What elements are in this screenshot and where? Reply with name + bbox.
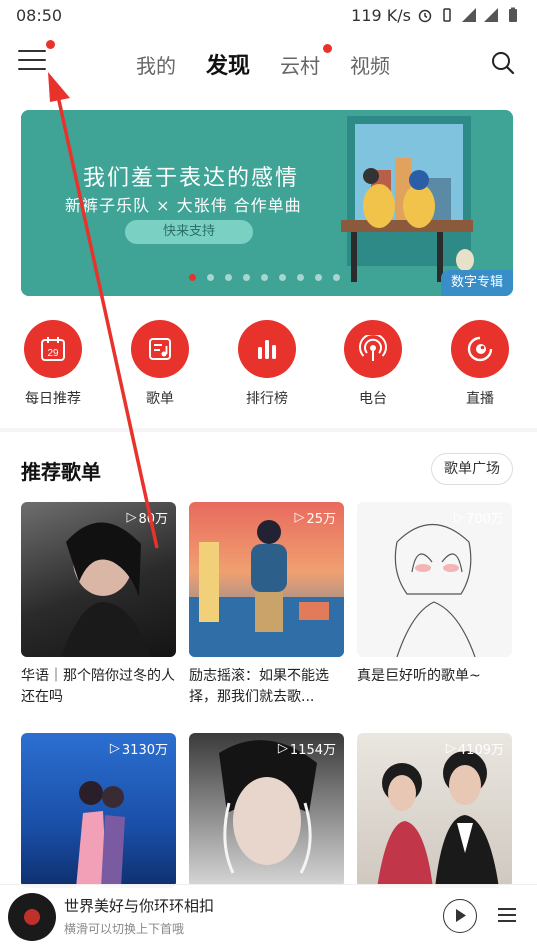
banner-dot[interactable] [261, 274, 268, 281]
play-count: ▷ 700万 [454, 510, 504, 527]
playlist-square-button[interactable]: 歌单广场 [431, 453, 513, 485]
network-speed: 119 K/s [351, 5, 411, 25]
banner-subtitle: 新裤子乐队 × 大张伟 合作单曲 [65, 196, 302, 215]
player-song-title: 世界美好与你环环相扣 [64, 897, 215, 915]
quick-label: 排行榜 [246, 391, 288, 407]
status-bar: 08:50 119 K/s [0, 0, 537, 30]
tab-cloud-village[interactable]: 云村 [280, 50, 320, 79]
playlist-card[interactable]: ▷ 3130万 [21, 733, 176, 888]
banner-cta-button[interactable]: 快来支持 [125, 220, 253, 244]
playlist-card[interactable]: ▷ 700万 真是巨好听的歌单~ [357, 502, 512, 687]
playlist-title: 真是巨好听的歌单~ [357, 668, 481, 684]
play-icon [456, 909, 466, 922]
play-icon: ▷ [277, 741, 288, 756]
quick-radio[interactable]: 电台 [333, 320, 413, 408]
play-icon: ▷ [109, 741, 120, 756]
quick-label: 直播 [466, 391, 494, 407]
live-icon [451, 320, 509, 378]
playlist-cover: ▷ 25万 [189, 502, 344, 657]
banner-dot[interactable] [297, 274, 304, 281]
banner-dot[interactable] [333, 274, 340, 281]
quick-entries: 29 每日推荐 歌单 排行榜 电台 直播 [0, 320, 537, 420]
playlist-card[interactable]: ▷ 80万 华语｜那个陪你过冬的人还在吗 [21, 502, 176, 708]
banner-dot[interactable] [189, 274, 196, 281]
play-count: ▷ 3130万 [109, 741, 168, 758]
playlist-queue-icon[interactable] [495, 903, 519, 927]
chart-bars-icon [238, 320, 296, 378]
mini-player[interactable]: 世界美好与你环环相扣 横滑可以切换上下首哦 [0, 884, 537, 949]
quick-playlist[interactable]: 歌单 [120, 320, 200, 408]
playlist-cover: ▷ 1154万 [189, 733, 344, 888]
top-nav: 我的 发现 云村 视频 [0, 30, 537, 94]
playlist-title: 华语｜那个陪你过冬的人还在吗 [21, 668, 175, 705]
banner-dot[interactable] [315, 274, 322, 281]
calendar-icon: 29 [24, 320, 82, 378]
play-icon: ▷ [126, 510, 137, 525]
banner-dot[interactable] [225, 274, 232, 281]
signal-icon [462, 8, 476, 22]
vibrate-icon [443, 8, 451, 22]
play-icon: ▷ [454, 510, 465, 525]
quick-live[interactable]: 直播 [440, 320, 520, 408]
playlist-card[interactable]: ▷ 25万 励志摇滚：如果不能选择，那我们就去歌... [189, 502, 344, 708]
playlist-card[interactable]: ▷ 1154万 [189, 733, 344, 888]
signal-icon-2 [484, 8, 498, 22]
playlist-cover: ▷ 3130万 [21, 733, 176, 888]
playlist-icon [131, 320, 189, 378]
banner-pagination [189, 274, 340, 281]
cloud-village-notification-dot [323, 44, 332, 53]
quick-label: 电台 [359, 391, 387, 407]
playlist-cover: ▷ 4109万 [357, 733, 512, 888]
banner-title: 我们羞于表达的感情 [83, 166, 300, 191]
section-title: 推荐歌单 [21, 460, 101, 484]
quick-label: 每日推荐 [25, 391, 81, 407]
playlist-cover: ▷ 700万 [357, 502, 512, 657]
tab-video[interactable]: 视频 [350, 50, 390, 79]
tab-bar: 我的 发现 云村 视频 [136, 48, 390, 80]
radio-icon [344, 320, 402, 378]
tab-discover[interactable]: 发现 [206, 48, 250, 80]
play-icon: ▷ [294, 510, 305, 525]
banner-dot[interactable] [279, 274, 286, 281]
battery-icon [509, 7, 517, 22]
banner-dot[interactable] [243, 274, 250, 281]
menu-line [18, 59, 46, 61]
quick-daily-recommend[interactable]: 29 每日推荐 [13, 320, 93, 408]
play-count: ▷ 25万 [294, 510, 336, 527]
quick-label: 歌单 [146, 391, 174, 407]
quick-charts[interactable]: 排行榜 [227, 320, 307, 408]
status-right: 119 K/s [351, 6, 521, 25]
play-count: ▷ 80万 [126, 510, 168, 527]
play-count: ▷ 4109万 [445, 741, 504, 758]
search-icon[interactable] [491, 51, 515, 75]
play-icon: ▷ [445, 741, 456, 756]
menu-line [18, 50, 46, 52]
player-hint: 横滑可以切换上下首哦 [64, 922, 185, 936]
banner-dot[interactable] [207, 274, 214, 281]
calendar-date: 29 [47, 348, 59, 359]
alarm-icon [418, 9, 432, 23]
section-divider [0, 428, 537, 432]
tab-mine[interactable]: 我的 [136, 50, 176, 79]
play-button[interactable] [443, 899, 477, 933]
menu-notification-dot [46, 40, 55, 49]
status-time: 08:50 [16, 5, 63, 25]
playlist-card[interactable]: ▷ 4109万 [357, 733, 512, 888]
album-disc[interactable] [8, 893, 56, 941]
play-count: ▷ 1154万 [277, 741, 336, 758]
banner-tag: 数字专辑 [440, 270, 513, 296]
menu-button[interactable] [18, 50, 46, 74]
promo-banner[interactable]: 我们羞于表达的感情 新裤子乐队 × 大张伟 合作单曲 快来支持 数字专辑 [21, 110, 513, 296]
playlist-title: 励志摇滚：如果不能选择，那我们就去歌... [189, 668, 329, 705]
playlist-cover: ▷ 80万 [21, 502, 176, 657]
menu-line [18, 68, 46, 70]
